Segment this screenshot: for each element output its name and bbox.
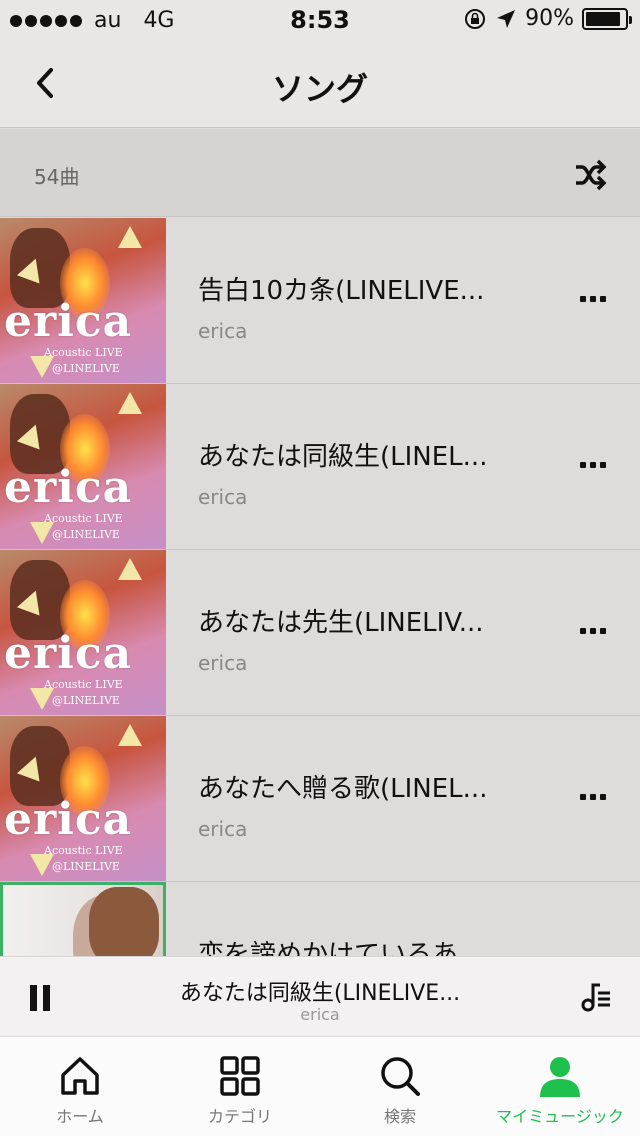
battery-percent: 90% <box>525 6 574 31</box>
rotation-lock-icon <box>465 8 486 29</box>
song-row[interactable]: erica Acoustic LIVE @LINELIVE あなたへ贈る歌(LI… <box>0 716 640 882</box>
song-row[interactable]: erica Acoustic LIVE @LINELIVE あなたは同級生(LI… <box>0 384 640 550</box>
status-bar: au 4G 8:53 90% <box>0 0 640 40</box>
tab-my-music[interactable]: マイミュージック <box>480 1037 640 1136</box>
song-artist: erica <box>198 651 248 675</box>
song-title: あなたは同級生(LINEL... <box>198 442 488 472</box>
now-playing-title: あなたは同級生(LINELIVE... <box>179 981 461 1006</box>
album-art: erica Acoustic LIVE @LINELIVE <box>0 550 166 715</box>
more-options-button[interactable] <box>580 462 606 468</box>
shuffle-icon <box>576 159 607 191</box>
search-icon <box>381 1057 420 1096</box>
status-right: 90% <box>463 6 632 31</box>
more-options-button[interactable] <box>580 296 606 302</box>
tab-label: カテゴリ <box>207 1107 272 1126</box>
song-row[interactable]: erica Acoustic LIVE @LINELIVE あなたは先生(LIN… <box>0 550 640 716</box>
song-count-row: 54曲 <box>0 129 640 217</box>
grid-icon <box>220 1056 260 1096</box>
now-playing-artist: erica <box>300 1005 340 1024</box>
tab-label: 検索 <box>383 1107 416 1126</box>
album-art: erica Acoustic LIVE @LINELIVE <box>0 716 166 881</box>
mini-player[interactable]: あなたは同級生(LINELIVE... erica <box>0 956 640 1036</box>
more-options-button[interactable] <box>580 628 606 634</box>
battery-icon <box>582 7 632 30</box>
page-title: ソング <box>271 70 368 108</box>
song-title: あなたは先生(LINELIV... <box>198 608 484 638</box>
tab-category[interactable]: カテゴリ <box>160 1037 320 1136</box>
tab-label: マイミュージック <box>496 1107 624 1126</box>
album-art: erica Acoustic LIVE @LINELIVE <box>0 384 166 549</box>
song-row[interactable]: erica Acoustic LIVE @LINELIVE 告白10カ条(LIN… <box>0 218 640 384</box>
song-title: あなたへ贈る歌(LINEL... <box>198 774 488 804</box>
song-title: 恋を諦めかけているあ… <box>198 940 485 956</box>
album-art: erica Acoustic LIVE @LINELIVE <box>0 218 166 383</box>
home-icon <box>61 1057 99 1095</box>
playlist-button[interactable] <box>580 981 612 1013</box>
playlist-icon <box>581 983 610 1012</box>
tab-home[interactable]: ホーム <box>0 1037 160 1136</box>
more-options-button[interactable] <box>580 794 606 800</box>
nav-bar: ソング <box>0 40 640 128</box>
song-artist: erica <box>198 817 248 841</box>
tab-search[interactable]: 検索 <box>320 1037 480 1136</box>
song-artist: erica <box>198 485 248 509</box>
person-icon <box>540 1057 580 1097</box>
song-row[interactable]: 恋を諦めかけているあ… <box>0 882 640 956</box>
shuffle-button[interactable] <box>570 155 610 195</box>
location-arrow-icon <box>497 9 516 28</box>
song-count: 54曲 <box>34 165 80 189</box>
song-title: 告白10カ条(LINELIVE... <box>198 276 485 306</box>
song-list: erica Acoustic LIVE @LINELIVE 告白10カ条(LIN… <box>0 218 640 956</box>
song-artist: erica <box>198 319 248 343</box>
tab-label: ホーム <box>56 1107 104 1126</box>
album-art <box>0 882 166 956</box>
tab-bar: ホーム カテゴリ 検索 マイミュージック <box>0 1036 640 1136</box>
